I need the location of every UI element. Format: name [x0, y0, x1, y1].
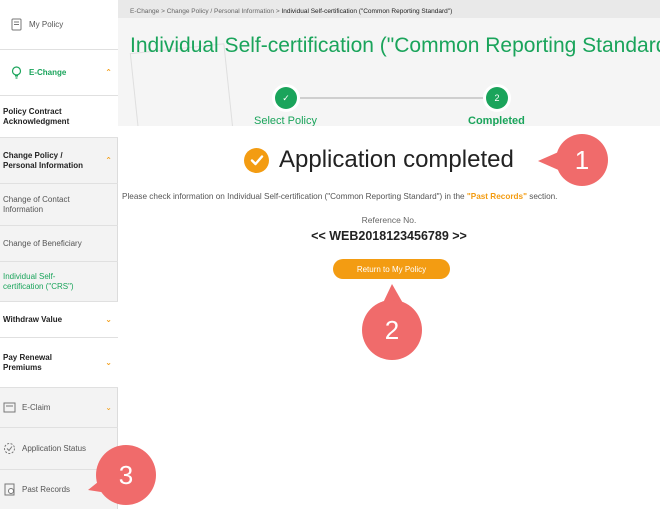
callout-2-marker: 2	[362, 300, 422, 360]
callout-3-marker: 3	[96, 445, 156, 505]
callout-1-marker: 1	[556, 134, 608, 186]
callout-pointers	[88, 150, 563, 494]
